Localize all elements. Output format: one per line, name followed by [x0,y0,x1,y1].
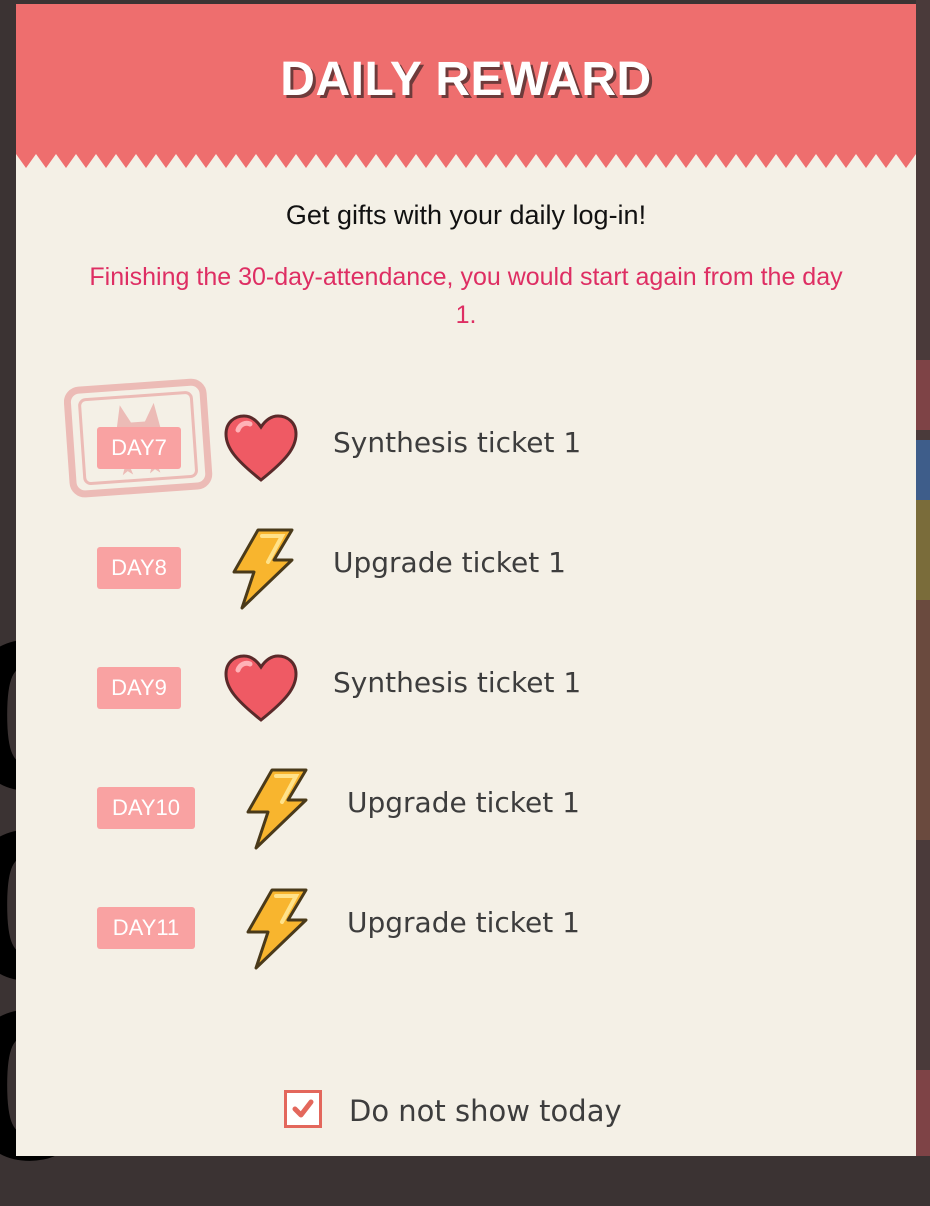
lightning-icon [230,762,320,852]
do-not-show-label[interactable]: Do not show today [349,1094,622,1128]
reward-label: Synthesis ticket 1 [333,666,582,699]
reward-label: Upgrade ticket 1 [333,546,566,579]
day-badge: DAY10 [97,787,195,829]
modal-subtitle: Get gifts with your daily log-in! [285,200,647,230]
modal-title: DAILY REWARD [280,53,652,106]
do-not-show-checkbox[interactable] [284,1090,322,1128]
reward-row-day9: DAY9 Synthesis ticket 1 [16,642,916,732]
background-strip [916,360,930,430]
heart-icon [216,642,306,732]
reward-row-day11: DAY11 Upgrade ticket 1 [16,882,916,972]
header-zigzag-edge [16,154,916,170]
do-not-show-today-control[interactable]: Do not show today [16,1086,916,1136]
reward-row-day10: DAY10 Upgrade ticket 1 [16,762,916,852]
day-badge: DAY8 [97,547,181,589]
lightning-icon [230,882,320,972]
day-badge: DAY7 [97,427,181,469]
background-strip [916,440,930,500]
reward-label: Upgrade ticket 1 [347,786,580,819]
reward-row-day8: DAY8 Upgrade ticket 1 [16,522,916,612]
background-strip [916,600,930,840]
daily-reward-modal: DAILY REWARD Get gifts with your daily l… [16,4,916,1156]
lightning-icon [216,522,306,612]
day-badge: DAY11 [97,907,195,949]
reward-label: Upgrade ticket 1 [347,906,580,939]
reward-label: Synthesis ticket 1 [333,426,582,459]
checkmark-icon [292,1099,314,1118]
background-strip [916,500,930,600]
day-badge: DAY9 [97,667,181,709]
modal-header: DAILY REWARD [16,4,916,170]
attendance-notice: Finishing the 30-day-attendance, you wou… [89,263,843,329]
background-strip [916,1070,930,1156]
heart-icon [216,402,306,492]
reward-row-day7: DAY7 Synthesis ticket 1 [16,402,916,492]
